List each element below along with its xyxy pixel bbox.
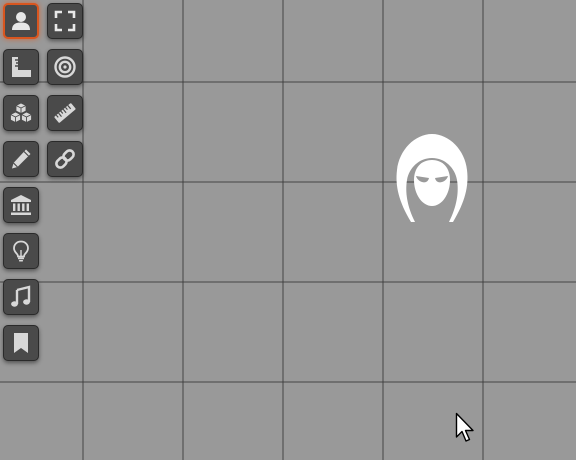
pencil-icon bbox=[12, 149, 31, 169]
user-tool-button[interactable] bbox=[3, 3, 39, 39]
lightbulb-icon bbox=[13, 240, 29, 262]
hooded-figure-token[interactable] bbox=[385, 126, 479, 230]
set-square-icon bbox=[12, 57, 31, 77]
cubes-icon bbox=[10, 102, 32, 123]
target-icon bbox=[54, 56, 76, 78]
pointer-icon bbox=[455, 412, 474, 442]
user-icon bbox=[12, 12, 30, 30]
ruler-tool-button[interactable] bbox=[47, 95, 83, 131]
pencil-tool-button[interactable] bbox=[3, 141, 39, 177]
link-tool-button[interactable] bbox=[47, 141, 83, 177]
bookmark-icon bbox=[14, 333, 28, 353]
mouse-cursor bbox=[455, 412, 475, 444]
music-note-icon bbox=[11, 285, 31, 307]
fullscreen-icon bbox=[54, 10, 76, 32]
hooded-figure-icon bbox=[396, 134, 468, 222]
cubes-tool-button[interactable] bbox=[3, 95, 39, 131]
target-tool-button[interactable] bbox=[47, 49, 83, 85]
lightbulb-tool-button[interactable] bbox=[3, 233, 39, 269]
map-canvas[interactable] bbox=[0, 0, 576, 460]
bank-tool-button[interactable] bbox=[3, 187, 39, 223]
ruler-icon bbox=[54, 103, 76, 123]
bookmark-tool-button[interactable] bbox=[3, 325, 39, 361]
fullscreen-tool-button[interactable] bbox=[47, 3, 83, 39]
set-square-tool-button[interactable] bbox=[3, 49, 39, 85]
music-tool-button[interactable] bbox=[3, 279, 39, 315]
link-icon bbox=[55, 149, 75, 169]
bank-icon bbox=[11, 195, 31, 215]
